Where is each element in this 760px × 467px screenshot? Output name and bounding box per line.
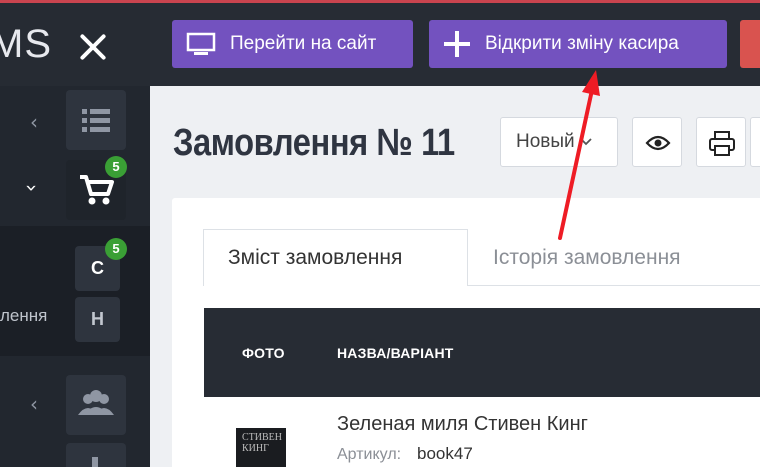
- sku-label: Артикул:: [337, 446, 402, 463]
- stats-tile[interactable]: [66, 443, 126, 467]
- tab-label: Зміст замовлення: [228, 246, 403, 269]
- orders-count-badge: 5: [105, 156, 127, 178]
- users-icon: [78, 390, 114, 415]
- tab-order-history[interactable]: Історія замовлення: [493, 229, 681, 286]
- sidebar-item-users[interactable]: ‹: [0, 370, 150, 440]
- tab-order-contents[interactable]: Зміст замовлення: [203, 229, 468, 286]
- open-cashier-shift-button[interactable]: Відкрити зміну касира: [429, 20, 727, 68]
- top-accent-strip: [0, 0, 760, 3]
- chevron-left-icon: ‹: [30, 392, 38, 416]
- view-button[interactable]: [632, 117, 682, 167]
- sub-item-h[interactable]: Н: [75, 297, 120, 342]
- more-button[interactable]: [750, 117, 760, 167]
- sidebar-item-stats[interactable]: [0, 440, 150, 467]
- sub-count-badge: 5: [105, 238, 127, 260]
- product-image-text: СТИВЕН КИНГ: [242, 432, 282, 454]
- sidebar-item-label: лення: [0, 306, 48, 325]
- page-title: Замовлення № 11: [173, 122, 455, 164]
- print-button[interactable]: [696, 117, 746, 167]
- extra-red-button[interactable]: [740, 20, 760, 68]
- go-to-site-button[interactable]: Перейти на сайт: [172, 20, 413, 68]
- chart-icon: [92, 457, 98, 467]
- status-selected-value: Новый: [516, 131, 575, 152]
- open-shift-label: Відкрити зміну касира: [485, 33, 679, 54]
- product-name[interactable]: Зеленая миля Стивен Кинг: [337, 413, 588, 436]
- order-status-select[interactable]: Новый: [500, 117, 618, 167]
- printer-icon: [709, 131, 735, 156]
- sidebar: MS ‹ › 5 С 5 лення Н ‹: [0, 0, 150, 467]
- chevron-down-icon: [580, 138, 592, 146]
- sku-value: book47: [417, 444, 473, 463]
- table-header: [204, 308, 760, 397]
- list-tile[interactable]: [66, 90, 126, 150]
- users-tile[interactable]: [66, 375, 126, 435]
- brand-logo: MS: [0, 22, 52, 66]
- sidebar-subsection: С 5 лення Н: [0, 226, 150, 356]
- go-to-site-label: Перейти на сайт: [230, 33, 377, 54]
- sidebar-item-orders[interactable]: › 5: [0, 156, 150, 226]
- eye-icon: [645, 135, 671, 151]
- tab-label: Історія замовлення: [493, 245, 681, 269]
- list-icon: [82, 109, 110, 132]
- sidebar-header: MS: [0, 0, 150, 86]
- chevron-left-icon: ‹: [30, 110, 38, 134]
- monitor-icon: [186, 32, 216, 55]
- chevron-down-icon: ›: [20, 184, 44, 192]
- plus-icon: [444, 31, 470, 57]
- column-header-photo: ФОТО: [242, 345, 285, 361]
- sidebar-item-menu[interactable]: ‹: [0, 86, 150, 156]
- column-header-name: НАЗВА/ВАРІАНТ: [337, 345, 454, 361]
- close-icon[interactable]: [76, 30, 110, 64]
- product-image[interactable]: СТИВЕН КИНГ: [236, 428, 286, 467]
